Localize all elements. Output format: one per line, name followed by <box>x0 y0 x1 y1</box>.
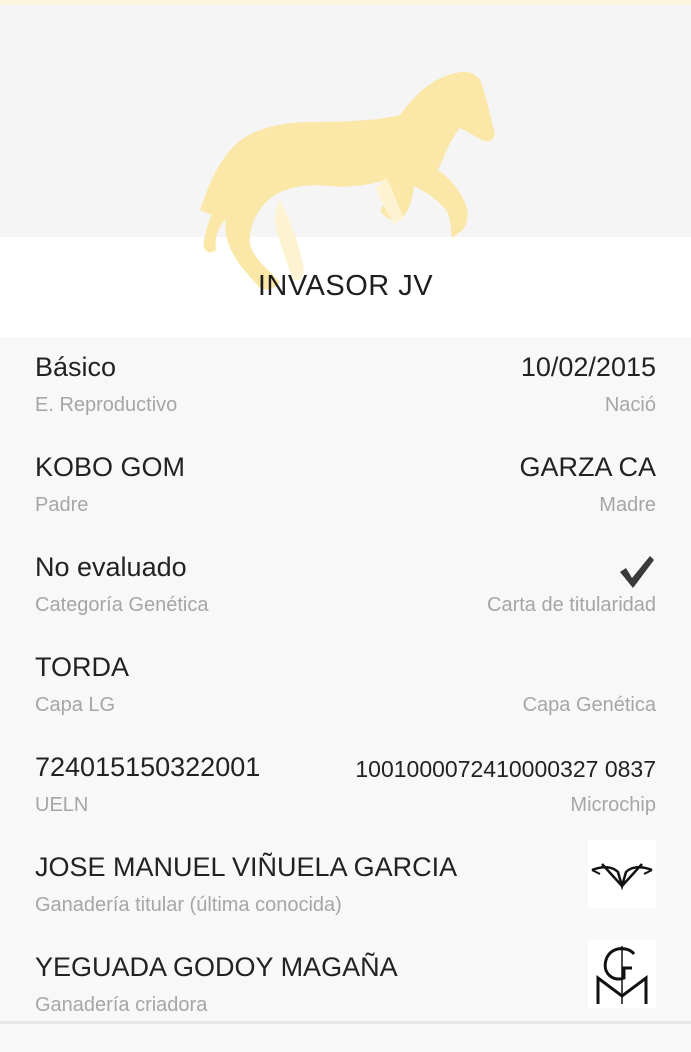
father-value[interactable]: KOBO GOM <box>35 452 185 483</box>
mother-label: Madre <box>599 494 656 516</box>
genetic-category-label: Categoría Genética <box>35 594 209 616</box>
mother-value[interactable]: GARZA CA <box>519 452 656 483</box>
microchip-label: Microchip <box>570 794 656 816</box>
row-reproductive-birth: Básico E. Reproductivo 10/02/2015 Nació <box>35 352 656 452</box>
checkmark-icon <box>620 556 654 588</box>
genetic-coat-label: Capa Genética <box>522 694 656 716</box>
breeder-ranch-value[interactable]: YEGUADA GODOY MAGAÑA <box>35 952 398 983</box>
genetic-category-value: No evaluado <box>35 552 187 582</box>
owner-ranch-value[interactable]: JOSE MANUEL VIÑUELA GARCIA <box>35 852 457 883</box>
row-owner-breeder: JOSE MANUEL VIÑUELA GARCIA Ganadería tit… <box>35 840 656 952</box>
reproductive-status-label: E. Reproductivo <box>35 394 178 416</box>
coat-lg-value: TORDA <box>35 652 130 682</box>
ganaderia-titular-logo <box>588 840 656 908</box>
row-genetic-category: No evaluado Categoría Genética Carta de … <box>35 552 656 652</box>
owner-ranch-label: Ganadería titular (última conocida) <box>35 894 342 916</box>
row-parents: KOBO GOM Padre GARZA CA Madre <box>35 452 656 552</box>
row-breeder: YEGUADA GODOY MAGAÑA Ganadería criadora <box>35 940 656 1052</box>
horse-silhouette-icon <box>200 72 495 290</box>
microchip-value: 1001000072410000327 0837 <box>355 756 656 782</box>
ganaderia-criadora-logo <box>588 940 656 1008</box>
breeder-ranch-label: Ganadería criadora <box>35 994 208 1016</box>
birth-date-value: 10/02/2015 <box>520 352 656 382</box>
row-ids: 724015150322001 UELN 1001000072410000327… <box>35 752 656 852</box>
ueln-value: 724015150322001 <box>35 752 261 782</box>
ueln-label: UELN <box>35 794 89 816</box>
father-label: Padre <box>35 494 89 516</box>
reproductive-status-value: Básico <box>35 352 117 382</box>
row-coat: TORDA Capa LG Capa Genética <box>35 652 656 752</box>
ownership-card-label: Carta de titularidad <box>487 594 656 616</box>
horse-name: INVASOR JV <box>257 270 434 302</box>
birth-date-label: Nació <box>604 394 656 416</box>
coat-lg-label: Capa LG <box>35 694 116 716</box>
